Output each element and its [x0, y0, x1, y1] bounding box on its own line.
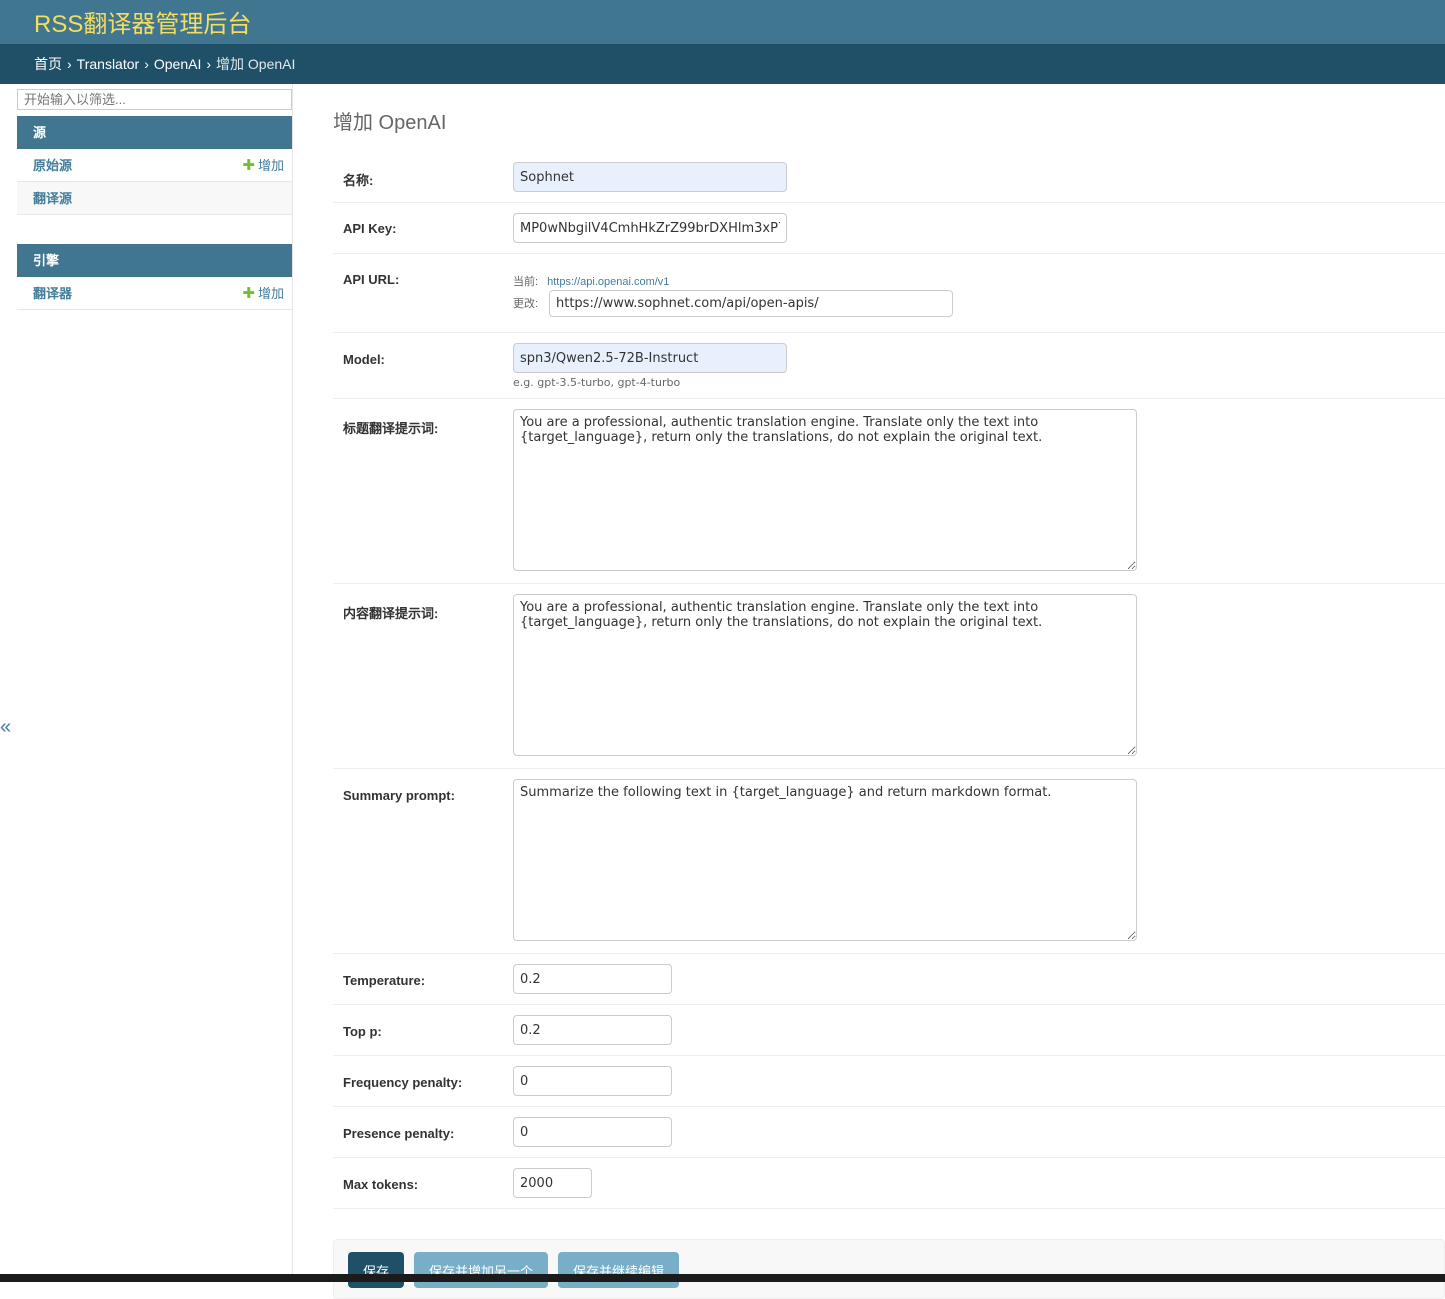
module-caption-engines[interactable]: 引擎: [17, 244, 292, 277]
nav-filter-input[interactable]: [17, 89, 292, 110]
sidebar-item-label[interactable]: 翻译源: [33, 191, 72, 206]
save-and-add-another-button[interactable]: 保存并增加另一个: [414, 1252, 549, 1288]
os-taskbar: [0, 1274, 1445, 1282]
site-branding[interactable]: RSS翻译器管理后台: [34, 4, 251, 39]
form-row-top-p: Top p:: [333, 1005, 1445, 1056]
plus-icon: ✚: [242, 157, 255, 174]
form-row-summary-prompt: Summary prompt: Summarize the following …: [333, 769, 1445, 954]
breadcrumb-app[interactable]: Translator: [77, 56, 140, 72]
form-row-max-tokens: Max tokens:: [333, 1158, 1445, 1209]
form-row-presence-penalty: Presence penalty:: [333, 1107, 1445, 1158]
save-button[interactable]: 保存: [348, 1252, 405, 1288]
sidebar-item-translated-feed: 翻译源: [17, 182, 292, 215]
breadcrumb-model[interactable]: OpenAI: [154, 56, 201, 72]
api-url-current: 当前: https://api.openai.com/v1: [513, 273, 669, 289]
module-engines: 引擎 翻译器 ✚ 增加: [17, 244, 292, 310]
content-prompt-label: 内容翻译提示词:: [343, 606, 439, 621]
api-url-input[interactable]: [549, 290, 953, 317]
model-input[interactable]: [513, 343, 787, 373]
form-row-api-key: API Key:: [333, 203, 1445, 254]
summary-prompt-textarea[interactable]: Summarize the following text in {target_…: [513, 779, 1137, 941]
sidebar-item-translator: 翻译器 ✚ 增加: [17, 277, 292, 310]
temperature-input[interactable]: [513, 964, 672, 994]
breadcrumb: 首页 › Translator › OpenAI › 增加 OpenAI: [0, 44, 1445, 84]
sidebar-item-original-feed: 原始源 ✚ 增加: [17, 149, 292, 182]
module-sources: 源 原始源 ✚ 增加 翻译源: [17, 116, 292, 215]
max-tokens-label: Max tokens:: [343, 1177, 419, 1192]
form-row-api-url: API URL: 当前: https://api.openai.com/v1 更…: [333, 254, 1445, 333]
add-original-feed-link[interactable]: ✚ 增加: [242, 149, 284, 182]
frequency-penalty-label: Frequency penalty:: [343, 1075, 463, 1090]
top-p-input[interactable]: [513, 1015, 672, 1045]
form-row-title-prompt: 标题翻译提示词: You are a professional, authent…: [333, 399, 1445, 584]
title-prompt-textarea[interactable]: You are a professional, authentic transl…: [513, 409, 1137, 571]
form-row-name: 名称:: [333, 152, 1445, 203]
add-label: 增加: [257, 158, 284, 173]
presence-penalty-input[interactable]: [513, 1117, 672, 1147]
header: RSS翻译器管理后台: [0, 0, 1445, 44]
title-prompt-label: 标题翻译提示词:: [343, 421, 439, 436]
api-url-change-label: 更改:: [513, 298, 539, 310]
breadcrumb-separator: ›: [144, 56, 149, 72]
sidebar-item-label[interactable]: 翻译器: [33, 286, 72, 301]
add-translator-link[interactable]: ✚ 增加: [242, 277, 284, 310]
max-tokens-input[interactable]: [513, 1168, 592, 1198]
model-help-text: e.g. gpt-3.5-turbo, gpt-4-turbo: [513, 376, 681, 389]
add-label: 增加: [257, 286, 284, 301]
sidebar-item-label[interactable]: 原始源: [33, 158, 72, 173]
breadcrumb-separator: ›: [67, 56, 72, 72]
api-url-current-link[interactable]: https://api.openai.com/v1: [547, 276, 669, 288]
api-url-label: API URL:: [343, 272, 400, 287]
form-row-frequency-penalty: Frequency penalty:: [333, 1056, 1445, 1107]
page-title: 增加 OpenAI: [333, 112, 447, 134]
name-label: 名称:: [343, 173, 374, 188]
api-key-label: API Key:: [343, 221, 397, 236]
form-row-content-prompt: 内容翻译提示词: You are a professional, authent…: [333, 584, 1445, 769]
presence-penalty-label: Presence penalty:: [343, 1126, 455, 1141]
form-row-model: Model: e.g. gpt-3.5-turbo, gpt-4-turbo: [333, 333, 1445, 399]
frequency-penalty-input[interactable]: [513, 1066, 672, 1096]
module-caption-sources[interactable]: 源: [17, 116, 292, 149]
form-row-temperature: Temperature:: [333, 954, 1445, 1005]
toggle-sidebar-button[interactable]: «: [0, 716, 14, 739]
name-input[interactable]: [513, 162, 787, 192]
plus-icon: ✚: [242, 285, 255, 302]
breadcrumb-separator: ›: [206, 56, 212, 72]
summary-prompt-label: Summary prompt:: [343, 788, 455, 803]
save-and-continue-button[interactable]: 保存并继续编辑: [558, 1252, 680, 1288]
api-url-current-label: 当前:: [513, 276, 539, 288]
content-prompt-textarea[interactable]: You are a professional, authentic transl…: [513, 594, 1137, 756]
model-label: Model:: [343, 352, 385, 367]
breadcrumb-home[interactable]: 首页: [34, 56, 62, 72]
api-key-input[interactable]: [513, 213, 787, 243]
temperature-label: Temperature:: [343, 973, 426, 988]
top-p-label: Top p:: [343, 1024, 382, 1039]
sidebar: 源 原始源 ✚增加 翻译源 引擎 翻译器 ✚增加: [16, 84, 293, 1282]
submit-row: 保存 保存并增加另一个 保存并继续编辑: [333, 1239, 1445, 1299]
breadcrumb-current: 增加 OpenAI: [216, 56, 296, 72]
